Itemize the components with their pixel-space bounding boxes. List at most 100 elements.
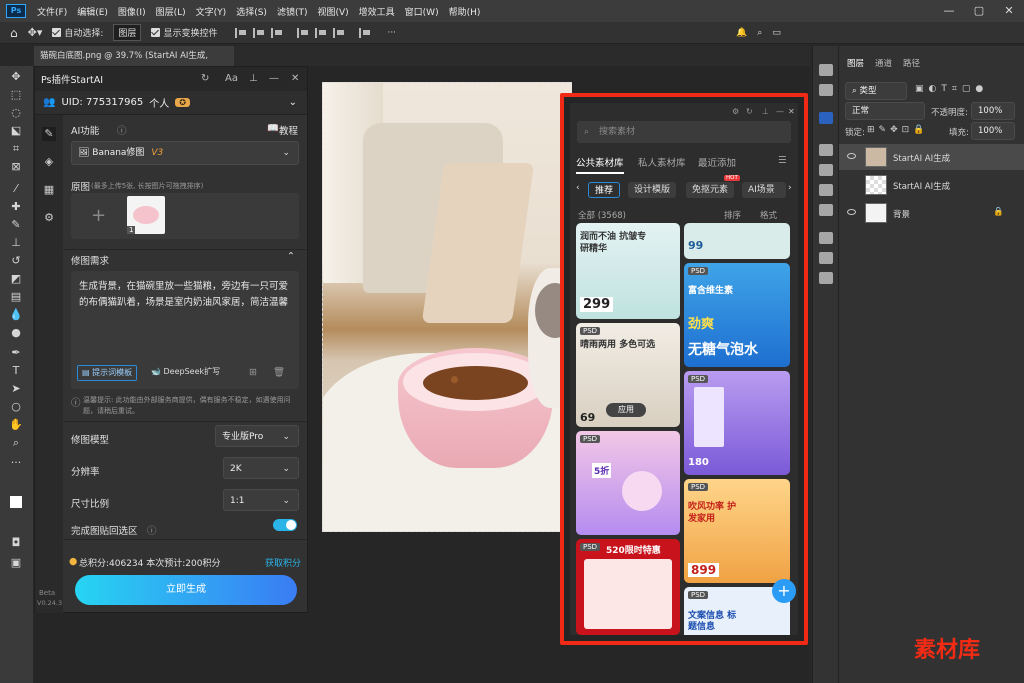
workspace-icon[interactable]: ▭ <box>772 28 781 38</box>
crop-icon[interactable]: ⌗ <box>8 142 24 156</box>
tab-recent[interactable]: 最近添加 <box>698 155 736 169</box>
eyedropper-icon[interactable]: ⁄ <box>8 182 24 196</box>
screen-mode-icon[interactable]: ▣ <box>8 556 24 570</box>
comments-panel-icon[interactable] <box>819 84 833 96</box>
distribute-icon[interactable] <box>359 27 371 38</box>
layer-filter-icons[interactable]: ▣◐T⌗▢● <box>915 84 988 94</box>
pin-icon[interactable]: ⊥ <box>249 73 258 84</box>
tab-public-library[interactable]: 公共素材库 <box>576 155 624 174</box>
auto-select-toggle[interactable]: 自动选择: <box>52 26 103 39</box>
image-upload-area[interactable]: + 1 <box>71 193 299 239</box>
brush-icon[interactable]: ✎ <box>8 218 24 232</box>
close-panel-icon[interactable]: ✕ <box>291 73 299 84</box>
marquee-icon[interactable]: ⬚ <box>8 88 24 102</box>
image-insert-icon[interactable]: ⊞ <box>249 367 257 378</box>
category-recommended[interactable]: 推荐 <box>588 182 621 198</box>
book-icon[interactable]: 📖 <box>267 123 279 134</box>
channels-panel-icon[interactable] <box>819 272 833 284</box>
layer-row[interactable]: 背景 🔒 <box>839 200 1024 226</box>
align-bottom-icon[interactable] <box>333 27 345 38</box>
opacity-input[interactable]: 100% <box>971 102 1015 120</box>
resolution-select[interactable]: 2K ⌄ <box>223 457 299 479</box>
category-templates[interactable]: 设计模版 <box>628 182 677 198</box>
document-tab[interactable]: 猫碗白底图.png @ 39.7% (StartAI AI生成, RGB/8) … <box>34 46 234 81</box>
template-card[interactable]: PSD 520限时特惠 <box>576 539 680 635</box>
menu-image[interactable]: 图像(I) <box>113 5 151 18</box>
menu-edit[interactable]: 编辑(E) <box>72 5 113 18</box>
info-icon[interactable]: ⓘ <box>117 123 127 137</box>
search-app-icon[interactable]: ⌕ <box>757 28 762 38</box>
adjustments-panel-icon[interactable] <box>819 252 833 264</box>
refresh-icon[interactable]: ↻ <box>746 107 753 116</box>
tab-paths[interactable]: 路径 <box>903 57 920 69</box>
menu-help[interactable]: 帮助(H) <box>444 5 486 18</box>
layer-kind-filter[interactable]: ⌕ 类型 <box>845 82 907 100</box>
template-card[interactable]: 99 <box>684 223 790 259</box>
trash-icon[interactable]: 🗑 <box>273 367 285 378</box>
close-window-icon[interactable]: ✕ <box>994 0 1024 22</box>
minimize-icon[interactable]: — <box>934 0 964 22</box>
hand-icon[interactable]: ✋ <box>8 418 24 432</box>
layers-stack-icon[interactable]: ◈ <box>42 155 56 169</box>
pen-icon[interactable]: ✒ <box>8 346 24 360</box>
maximize-icon[interactable]: ▢ <box>964 0 994 22</box>
user-bar[interactable]: 👥 UID: 775317965 个人 ✪ ⌄ <box>35 91 307 115</box>
edit-icon[interactable]: ✎ <box>42 127 56 141</box>
quick-mask-icon[interactable]: ◘ <box>8 536 24 550</box>
layer-row[interactable]: StartAI AI生成 <box>839 144 1024 170</box>
blend-mode-select[interactable]: 正常 <box>845 102 925 120</box>
pin-icon[interactable]: ⊥ <box>762 107 769 116</box>
model-select[interactable]: 专业版Pro ⌄ <box>215 425 299 447</box>
align-center-icon[interactable] <box>253 27 265 38</box>
history-panel-icon[interactable] <box>819 64 833 76</box>
home-icon[interactable]: ⌂ <box>10 26 18 40</box>
template-card[interactable]: 润而不油 抗皱专研精华 299 <box>576 223 680 319</box>
align-right-icon[interactable] <box>271 27 283 38</box>
settings-icon[interactable]: ⚙ <box>732 107 739 116</box>
gradients-panel-icon[interactable] <box>819 184 833 196</box>
template-card[interactable]: PSD 吹风功率 护发家用 899 <box>684 479 790 583</box>
add-image-icon[interactable]: + <box>91 205 106 226</box>
foreground-color-icon[interactable] <box>10 496 22 508</box>
eye-icon[interactable] <box>847 153 856 159</box>
add-material-button[interactable]: + <box>772 579 796 603</box>
minimize-panel-icon[interactable]: — <box>269 73 279 84</box>
generate-button[interactable]: 立即生成 <box>75 575 297 605</box>
menu-type[interactable]: 文字(Y) <box>191 5 232 18</box>
blur-icon[interactable]: 💧 <box>8 308 24 322</box>
template-card[interactable]: PSD 晴雨两用 多色可选 应用 69 <box>576 323 680 427</box>
eye-icon[interactable] <box>847 209 856 215</box>
dodge-icon[interactable]: ● <box>8 326 24 340</box>
notification-icon[interactable]: 🔔 <box>736 28 747 38</box>
scroll-left-icon[interactable]: ‹ <box>576 183 580 193</box>
history-brush-icon[interactable]: ↺ <box>8 254 24 268</box>
menu-filter[interactable]: 滤镜(T) <box>272 5 313 18</box>
startai-panel-icon[interactable] <box>819 112 833 124</box>
list-view-icon[interactable]: ☰ <box>778 155 787 166</box>
tab-layers[interactable]: 图层 <box>847 57 864 69</box>
deepseek-button[interactable]: 🐋 DeepSeek扩写 <box>147 365 224 381</box>
align-middle-icon[interactable] <box>315 27 327 38</box>
fill-input[interactable]: 100% <box>971 122 1015 140</box>
menu-layer[interactable]: 图层(L) <box>151 5 191 18</box>
object-select-icon[interactable]: ⬕ <box>8 124 24 138</box>
tab-private-library[interactable]: 私人素材库 <box>638 155 686 169</box>
chevron-down-icon[interactable]: ⌄ <box>289 97 297 108</box>
properties-panel-icon[interactable] <box>819 144 833 156</box>
info-icon[interactable]: ⓘ <box>147 523 157 537</box>
get-points-link[interactable]: 获取积分 <box>265 556 301 569</box>
uploaded-thumbnail[interactable]: 1 <box>127 196 165 234</box>
format-select[interactable]: 格式 <box>760 209 777 221</box>
shape-icon[interactable]: ○ <box>8 400 24 414</box>
apply-button[interactable]: 应用 <box>606 403 646 417</box>
font-size-icon[interactable]: Aa <box>225 73 238 84</box>
template-card[interactable]: PSD 180 <box>684 371 790 475</box>
template-card[interactable]: PSD 富含维生素 劲爽 无糖气泡水 <box>684 263 790 367</box>
save-icon[interactable]: ▦ <box>42 183 56 197</box>
template-card[interactable]: PSD 5折 <box>576 431 680 535</box>
menu-window[interactable]: 窗口(W) <box>400 5 444 18</box>
more-tools-icon[interactable]: ··· <box>8 456 24 470</box>
lasso-icon[interactable]: ◌ <box>8 106 24 120</box>
move-icon[interactable]: ✥ <box>8 70 24 84</box>
menu-file[interactable]: 文件(F) <box>32 5 72 18</box>
